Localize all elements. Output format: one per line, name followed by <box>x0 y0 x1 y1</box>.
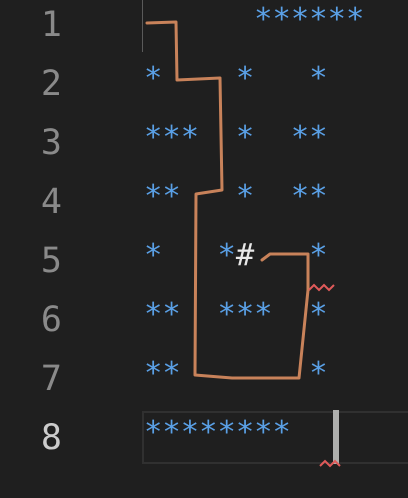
code-line-2[interactable]: * * * <box>144 49 328 108</box>
code-line-5-start: * * <box>144 238 236 273</box>
code-line-4[interactable]: ** * ** <box>144 167 328 226</box>
line-number-8: 8 <box>40 418 62 458</box>
code-line-1[interactable]: ****** <box>144 0 364 49</box>
line-number-7: 7 <box>40 359 62 399</box>
code-line-3[interactable]: *** * ** <box>144 108 328 167</box>
line-number-1: 1 <box>40 5 62 45</box>
code-line-8[interactable]: ******** <box>144 403 291 462</box>
text-cursor <box>333 410 339 464</box>
code-line-6[interactable]: ** *** * <box>144 285 328 344</box>
code-line-5[interactable]: * *# * <box>144 226 328 285</box>
line-number-4: 4 <box>40 182 62 222</box>
line-number-5: 5 <box>40 241 62 281</box>
code-line-5-end: * <box>254 238 328 273</box>
code-line-7[interactable]: ** * <box>144 344 328 403</box>
code-editor[interactable]: 1 2 3 4 5 6 7 8 ****** * * * *** * ** **… <box>0 0 408 498</box>
line-number-2: 2 <box>40 64 62 104</box>
indent-guide <box>142 0 143 52</box>
hash-marker: # <box>235 238 255 273</box>
line-number-6: 6 <box>40 300 62 340</box>
line-number-3: 3 <box>40 123 62 163</box>
